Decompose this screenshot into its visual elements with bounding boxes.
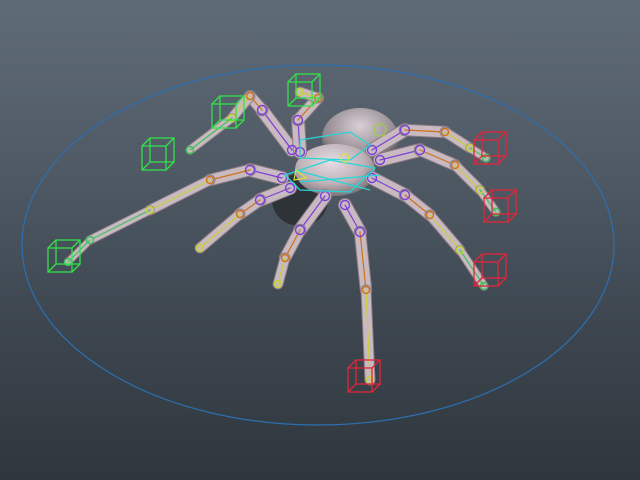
joint-chain-line [199,213,241,249]
leg-left-back[interactable] [194,181,297,254]
ik-box-edge [371,383,381,393]
ik-box-edge [507,213,517,223]
ik-box-edge [47,239,57,249]
ik-box-edge [497,155,507,165]
joint-chain-line [429,214,461,251]
joint-chain-line [149,179,211,211]
ik-control-box[interactable] [141,137,175,171]
ik-box-edge [497,277,507,287]
ik-box-edge [141,161,151,171]
leg-left-top[interactable] [291,86,325,159]
ik-box-edge [211,95,221,105]
ik-box-edge [287,97,297,107]
ik-box-edge [287,73,297,83]
ik-box-edge [165,161,175,171]
ik-box-edge [71,263,81,273]
joint-chain-line [67,239,91,263]
leg-left-mid[interactable] [64,163,289,266]
ik-box-edge [347,383,357,393]
ik-box-edge [497,253,507,263]
leg-center-down[interactable] [338,198,376,386]
ik-box-edge [165,137,175,147]
ik-box-edge [507,189,517,199]
spider-body[interactable] [272,108,398,226]
ik-box-edge [497,131,507,141]
joint-chain-line [261,109,293,151]
ik-box-edge [47,263,57,273]
ik-box-edge [311,73,321,83]
3d-viewport[interactable] [0,0,640,480]
spider-legs[interactable] [64,86,501,386]
ik-box-edge [483,213,493,223]
ground-control-circle[interactable] [21,64,615,426]
ik-box-edge [347,359,357,369]
ik-box-edge [235,119,245,129]
joint-chain-line [89,209,151,241]
leg-right-mid[interactable] [365,171,489,291]
ik-box-edge [141,137,151,147]
joint-chain-line [189,117,233,151]
joint-chain-line [454,164,481,191]
viewport-canvas[interactable] [0,0,640,480]
ik-box-edge [473,253,483,263]
ik-box-edge [473,131,483,141]
